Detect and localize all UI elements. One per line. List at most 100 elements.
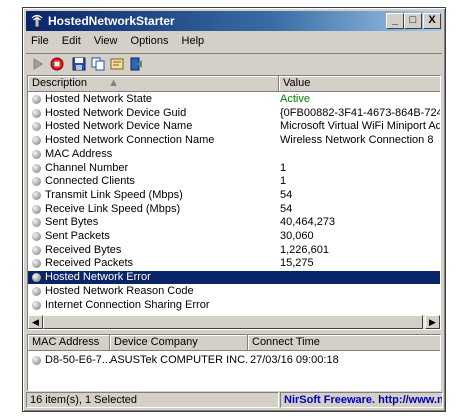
table-row[interactable]: Hosted Network Device Name Microsoft Virt… xyxy=(28,120,440,133)
scroll-right-button[interactable]: ▶ xyxy=(425,315,440,329)
row-description: Internet Connection Sharing Error xyxy=(45,298,210,311)
row-value: {0FB00882-3F41-4673-864B-724623F48 xyxy=(280,106,440,119)
nirsoft-link[interactable]: NirSoft Freeware. http://www.nir xyxy=(280,392,443,408)
row-bullet-icon xyxy=(32,300,41,310)
row-value: 30,060 xyxy=(280,230,314,242)
row-bullet-icon xyxy=(32,204,41,214)
column-header-value[interactable]: Value xyxy=(279,76,440,92)
table-row[interactable]: Sent Bytes 40,464,273 xyxy=(28,216,440,229)
row-description: MAC Address xyxy=(45,147,113,160)
row-bullet-icon xyxy=(32,149,41,159)
row-description: Hosted Network Error xyxy=(45,271,151,284)
menu-view[interactable]: View xyxy=(89,33,123,47)
row-value: 54 xyxy=(280,188,293,201)
status-bar: 16 item(s), 1 Selected NirSoft Freeware.… xyxy=(26,392,443,408)
column-header-description-label: Description xyxy=(32,77,88,89)
row-bullet-icon xyxy=(32,245,41,255)
row-value: 40,464,273 xyxy=(280,216,336,229)
menu-edit[interactable]: Edit xyxy=(57,33,86,47)
menu-bar: File Edit View Options Help xyxy=(26,33,442,51)
row-description: Transmit Link Speed (Mbps) xyxy=(45,188,183,201)
row-description: Hosted Network State xyxy=(45,93,152,105)
maximize-button[interactable]: □ xyxy=(404,13,422,29)
close-button[interactable]: X xyxy=(423,13,441,29)
row-value: Wireless Network Connection 8 xyxy=(280,134,434,147)
row-bullet-icon xyxy=(32,136,41,146)
app-window: HostedNetworkStarter _ □ X File Edit Vie… xyxy=(22,7,446,412)
row-value: Microsoft Virtual WiFi Miniport Adapter … xyxy=(280,120,440,133)
save-icon[interactable] xyxy=(71,57,87,71)
client-company: ASUSTek COMPUTER INC. xyxy=(110,354,249,366)
title-bar[interactable]: HostedNetworkStarter _ □ X xyxy=(26,11,442,31)
row-description: Hosted Network Device Name xyxy=(45,120,193,133)
column-header-mac[interactable]: MAC Address xyxy=(28,335,110,351)
status-item-count: 16 item(s), 1 Selected xyxy=(26,392,279,408)
menu-options[interactable]: Options xyxy=(126,33,174,47)
table-row[interactable]: Channel Number 1 xyxy=(28,162,440,175)
copy-icon[interactable] xyxy=(90,57,106,71)
table-row[interactable]: Hosted Network State Active xyxy=(28,93,440,106)
table-row[interactable]: Transmit Link Speed (Mbps) 54 xyxy=(28,189,440,202)
client-bullet-icon xyxy=(32,356,41,365)
table-row[interactable]: Connected Clients 1 xyxy=(28,175,440,188)
row-bullet-icon xyxy=(32,273,41,283)
row-bullet-icon xyxy=(32,232,41,241)
menu-file[interactable]: File xyxy=(26,33,54,47)
window-title: HostedNetworkStarter xyxy=(48,14,175,28)
minimize-button[interactable]: _ xyxy=(386,13,404,29)
table-row[interactable]: Received Bytes 1,226,601 xyxy=(28,244,440,257)
stop-icon[interactable] xyxy=(49,57,65,71)
row-value: 1,226,601 xyxy=(280,243,329,256)
table-row[interactable]: Received Packets 15,275 xyxy=(28,257,440,270)
column-header-description[interactable]: Description ▲ xyxy=(28,76,279,92)
properties-list[interactable]: Description ▲ Value Hosted Network State… xyxy=(27,75,441,330)
row-bullet-icon xyxy=(32,122,41,132)
row-description: Channel Number xyxy=(45,161,129,174)
row-bullet-icon xyxy=(32,108,41,118)
column-header-connect-time[interactable]: Connect Time xyxy=(248,335,440,351)
scroll-thumb[interactable] xyxy=(43,315,423,329)
table-row[interactable]: Hosted Network Reason Code xyxy=(28,285,440,298)
row-description: Hosted Network Connection Name xyxy=(45,134,215,147)
row-description: Sent Packets xyxy=(45,230,110,242)
table-row[interactable]: Hosted Network Connection Name Wireless N… xyxy=(28,134,440,147)
table-row[interactable]: Internet Connection Sharing Error xyxy=(28,299,440,312)
row-bullet-icon xyxy=(32,286,41,296)
row-description: Hosted Network Reason Code xyxy=(45,284,194,297)
row-bullet-icon xyxy=(32,177,41,187)
row-bullet-icon xyxy=(32,95,41,104)
table-row[interactable]: Sent Packets 30,060 xyxy=(28,230,440,243)
clients-list[interactable]: MAC Address Device Company Connect Time … xyxy=(27,334,441,391)
row-value: 54 xyxy=(280,202,293,215)
menu-help[interactable]: Help xyxy=(177,33,210,47)
table-row[interactable]: Hosted Network Device Guid {0FB00882-3F41… xyxy=(28,107,440,120)
play-icon[interactable] xyxy=(30,57,46,71)
row-bullet-icon xyxy=(32,218,41,228)
row-description: Received Packets xyxy=(45,257,134,270)
row-description: Hosted Network Device Guid xyxy=(45,106,187,119)
row-bullet-icon xyxy=(32,163,41,173)
properties-icon[interactable] xyxy=(109,57,125,71)
table-row[interactable]: Hosted Network Error xyxy=(28,271,440,285)
column-header-company[interactable]: Device Company xyxy=(110,335,248,351)
sort-arrow-icon: ▲ xyxy=(108,77,119,89)
row-description: Connected Clients xyxy=(45,175,135,188)
client-connect-time: 27/03/16 09:00:18 xyxy=(250,354,339,366)
table-row[interactable]: Receive Link Speed (Mbps) 54 xyxy=(28,203,440,216)
row-bullet-icon xyxy=(32,190,41,200)
exit-icon[interactable] xyxy=(128,57,144,71)
app-icon xyxy=(31,14,43,28)
row-value: Active xyxy=(280,93,310,105)
client-row[interactable]: D8-50-E6-7... ASUSTek COMPUTER INC. 27/0… xyxy=(28,354,440,367)
toolbar xyxy=(26,53,442,74)
client-mac: D8-50-E6-7... xyxy=(45,354,112,366)
row-description: Sent Bytes xyxy=(45,216,99,229)
scroll-left-button[interactable]: ◀ xyxy=(28,315,43,329)
row-description: Received Bytes xyxy=(45,243,122,256)
row-value: 1 xyxy=(280,175,287,188)
row-value: 15,275 xyxy=(280,257,314,270)
table-row[interactable]: MAC Address xyxy=(28,148,440,161)
row-bullet-icon xyxy=(32,259,41,269)
row-description: Receive Link Speed (Mbps) xyxy=(45,202,181,215)
horizontal-scrollbar[interactable]: ◀ ▶ xyxy=(28,315,440,329)
